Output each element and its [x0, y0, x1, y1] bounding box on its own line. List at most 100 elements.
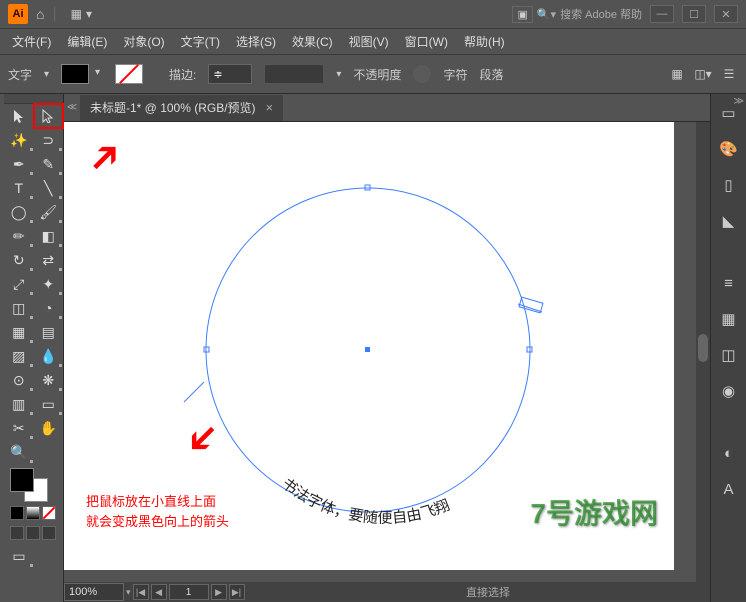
page-number-input[interactable]: 1	[169, 584, 209, 600]
chevron-down-icon[interactable]: ▾	[336, 69, 341, 80]
main-area: ✨ ⊃ ✒ ✎ T ╲ ◯ 🖌 ✏ ◧ ↻ ⇄ ⤢ ✦ ◫ ◔	[0, 94, 746, 602]
reflect-tool[interactable]: ⇄	[34, 248, 64, 272]
mini-none-swatch[interactable]	[42, 506, 56, 520]
zoom-level-input[interactable]: 100%	[64, 583, 124, 601]
scroll-thumb[interactable]	[698, 334, 708, 362]
curvature-tool[interactable]: ✎	[34, 152, 64, 176]
stroke-swatch[interactable]	[115, 64, 143, 84]
slice-tool[interactable]: ✂	[4, 416, 34, 440]
right-panel-dock: ▭ 🎨 ▯ ◣ ≡ ▦ ◫ ◉ ◐ A	[710, 94, 746, 602]
swatches-panel-icon[interactable]: ▦	[718, 308, 740, 330]
collapse-right-icon[interactable]: ≫	[734, 96, 744, 107]
layers-panel-icon[interactable]: ▯	[718, 174, 740, 196]
app-logo-icon[interactable]: Ai	[8, 4, 28, 24]
scale-tool[interactable]: ⤢	[4, 272, 34, 296]
stroke-weight-input[interactable]: ≑	[208, 64, 252, 84]
menu-edit[interactable]: 编辑(E)	[59, 33, 115, 50]
transform-icon[interactable]: ◫▾	[694, 66, 712, 82]
arrange-icon[interactable]: ☰	[720, 66, 738, 82]
perspective-tool[interactable]: ▦	[4, 320, 34, 344]
menu-bar: 文件(F) 编辑(E) 对象(O) 文字(T) 选择(S) 效果(C) 视图(V…	[0, 28, 746, 54]
prev-page-button[interactable]: ◀	[151, 584, 167, 600]
draw-inside-icon[interactable]	[42, 526, 56, 540]
hand-tool[interactable]: ✋	[34, 416, 64, 440]
pen-tool[interactable]: ✒	[4, 152, 34, 176]
eyedropper-tool[interactable]: 💧	[34, 344, 64, 368]
screen-mode-tool[interactable]: ▭	[4, 544, 34, 568]
color-panel-icon[interactable]: 🎨	[718, 138, 740, 160]
menu-select[interactable]: 选择(S)	[228, 33, 284, 50]
menu-view[interactable]: 视图(V)	[341, 33, 397, 50]
graph-tool[interactable]: ▥	[4, 392, 34, 416]
libraries-panel-icon[interactable]: ◉	[718, 380, 740, 402]
line-tool[interactable]: ╲	[34, 176, 64, 200]
shape-builder-tool[interactable]: ◔	[34, 296, 64, 320]
canvas-wrap: 书法字体，要随便自由飞翔 ➔ ➔ 把鼠标放在小直线上面 就会变成黑色向上的箭头 …	[64, 122, 710, 602]
char-label[interactable]: 字符	[443, 66, 467, 83]
maximize-button[interactable]: ☐	[682, 5, 706, 23]
titlebar-right: ▣ 🔍▾ 搜索 Adobe 帮助 — ☐ ✕	[512, 5, 738, 23]
ellipse-tool[interactable]: ◯	[4, 200, 34, 224]
mini-black-swatch[interactable]	[10, 506, 24, 520]
tab-title: 未标题-1* @ 100% (RGB/预览)	[90, 99, 256, 116]
direct-selection-tool[interactable]	[34, 104, 64, 128]
paintbrush-tool[interactable]: 🖌	[34, 200, 64, 224]
selection-tool[interactable]	[4, 104, 34, 128]
asset-panel-icon[interactable]: ◫	[718, 344, 740, 366]
pencil-tool[interactable]: ✏	[4, 224, 34, 248]
empty-tool	[34, 440, 64, 464]
foreground-swatch[interactable]	[10, 468, 34, 492]
type-panel-icon[interactable]: A	[718, 478, 740, 500]
title-bar: Ai ⌂ | ▦ ▾ ▣ 🔍▾ 搜索 Adobe 帮助 — ☐ ✕	[0, 0, 746, 28]
mesh-tool[interactable]: ▤	[34, 320, 64, 344]
fill-swatch[interactable]	[61, 64, 89, 84]
draw-normal-icon[interactable]	[10, 526, 24, 540]
menu-type[interactable]: 文字(T)	[173, 33, 228, 50]
brush-def-select[interactable]	[264, 64, 324, 84]
search-icon[interactable]: 🔍▾	[537, 8, 556, 21]
chevron-down-icon[interactable]: ▾	[44, 69, 49, 80]
artboard[interactable]: 书法字体，要随便自由飞翔 ➔ ➔ 把鼠标放在小直线上面 就会变成黑色向上的箭头 …	[64, 122, 674, 570]
artboard-tool[interactable]: ▭	[34, 392, 64, 416]
home-icon[interactable]: ⌂	[36, 6, 44, 22]
zoom-tool[interactable]: 🔍	[4, 440, 34, 464]
para-label[interactable]: 段落	[479, 66, 503, 83]
blend-tool[interactable]: ⊙	[4, 368, 34, 392]
gradient-tool[interactable]: ▨	[4, 344, 34, 368]
workspace-switcher[interactable]: ▦ ▾	[65, 5, 98, 23]
minimize-button[interactable]: —	[650, 5, 674, 23]
lasso-tool[interactable]: ⊃	[34, 128, 64, 152]
rotate-tool[interactable]: ↻	[4, 248, 34, 272]
close-tab-icon[interactable]: ×	[266, 100, 274, 115]
menu-help[interactable]: 帮助(H)	[456, 33, 513, 50]
free-transform-tool[interactable]: ◫	[4, 296, 34, 320]
menu-effect[interactable]: 效果(C)	[284, 33, 341, 50]
chevron-down-icon[interactable]: ▾	[126, 587, 131, 598]
type-tool[interactable]: T	[4, 176, 34, 200]
chevron-down-icon: ▾	[86, 7, 92, 21]
vertical-scrollbar[interactable]	[696, 122, 710, 582]
collapse-left-icon[interactable]: ≪	[64, 102, 80, 113]
first-page-button[interactable]: |◀	[133, 584, 149, 600]
close-window-button[interactable]: ✕	[714, 5, 738, 23]
sync-icon[interactable]: ▣	[512, 6, 532, 23]
transparency-panel-icon[interactable]: ◐	[718, 442, 740, 464]
mini-gradient-swatch[interactable]	[26, 506, 40, 520]
align-icon[interactable]: ▦	[668, 66, 686, 82]
menu-file[interactable]: 文件(F)	[4, 33, 59, 50]
eraser-tool[interactable]: ◧	[34, 224, 64, 248]
width-tool[interactable]: ✦	[34, 272, 64, 296]
menu-window[interactable]: 窗口(W)	[397, 33, 456, 50]
next-page-button[interactable]: ▶	[211, 584, 227, 600]
draw-behind-icon[interactable]	[26, 526, 40, 540]
document-tab[interactable]: 未标题-1* @ 100% (RGB/预览) ×	[80, 95, 283, 121]
magic-wand-tool[interactable]: ✨	[4, 128, 34, 152]
appearance-panel-icon[interactable]: ◣	[718, 210, 740, 232]
menu-object[interactable]: 对象(O)	[115, 33, 172, 50]
stroke-panel-icon[interactable]: ≡	[718, 272, 740, 294]
panel-grip[interactable]	[4, 94, 63, 104]
opacity-label[interactable]: 不透明度	[353, 66, 401, 83]
style-icon[interactable]	[413, 65, 431, 83]
last-page-button[interactable]: ▶|	[229, 584, 245, 600]
symbol-tool[interactable]: ❋	[34, 368, 64, 392]
